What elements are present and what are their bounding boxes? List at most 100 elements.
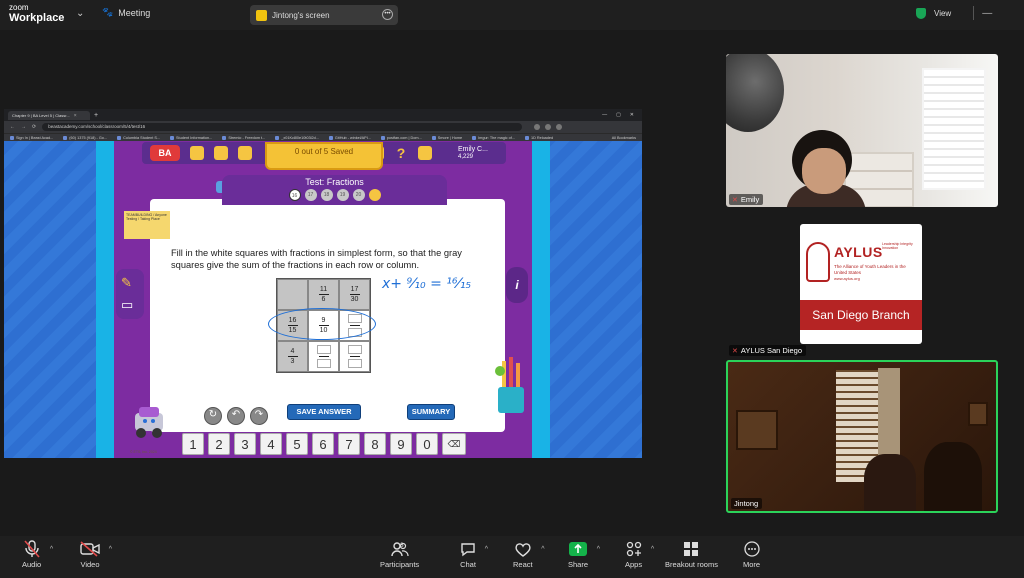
- key-0[interactable]: 0: [416, 433, 438, 455]
- minimize-window-icon[interactable]: —: [602, 112, 607, 118]
- bookmark-item[interactable]: 1D Reloaded: [525, 136, 553, 140]
- denominator-input[interactable]: [316, 359, 331, 368]
- react-button[interactable]: React ^: [513, 540, 545, 569]
- help-icon[interactable]: ?: [394, 146, 408, 160]
- save-answer-button[interactable]: SAVE ANSWER: [287, 404, 361, 420]
- paw-icon: 🐾: [102, 7, 114, 17]
- minimize-icon[interactable]: —: [982, 8, 992, 19]
- eraser-icon[interactable]: ▭: [121, 297, 133, 313]
- key-6[interactable]: 6: [312, 433, 334, 455]
- aylus-logo-card: AYLUS Leadership Integrity Innovation Th…: [800, 224, 922, 344]
- close-tab-icon[interactable]: ×: [74, 113, 77, 119]
- key-5[interactable]: 5: [286, 433, 308, 455]
- bookmark-item[interactable]: postfan.com | Dom...: [381, 136, 422, 140]
- back-icon[interactable]: ←: [10, 124, 15, 130]
- address-bar[interactable]: beastacademy.com/school/classroom/5/4/te…: [42, 123, 523, 131]
- numerator-input[interactable]: [316, 345, 331, 354]
- bookmark-item[interactable]: Stremio - Freedom t...: [222, 136, 265, 140]
- video-picture-frame: [968, 402, 988, 426]
- more-button[interactable]: More: [743, 540, 760, 569]
- bookmark-item[interactable]: Student Information...: [170, 136, 212, 140]
- ba-logo[interactable]: BA: [150, 145, 180, 161]
- chevron-up-icon[interactable]: ^: [50, 546, 53, 553]
- pencil-icon[interactable]: ✎: [121, 275, 132, 291]
- summary-button[interactable]: SUMMARY: [407, 404, 455, 420]
- key-4[interactable]: 4: [260, 433, 282, 455]
- reload-icon[interactable]: ⟳: [32, 124, 36, 130]
- test-header: Test: Fractions 16 17 18 19 20: [222, 175, 447, 205]
- share-button[interactable]: Share ^: [568, 540, 600, 569]
- settings-gear-icon[interactable]: [418, 146, 432, 160]
- extension-icon[interactable]: [545, 124, 552, 130]
- test-title: Test: Fractions: [305, 177, 364, 187]
- chevron-up-icon[interactable]: ^: [485, 546, 488, 553]
- grid-icon[interactable]: [214, 146, 228, 160]
- bookmark-item[interactable]: Columbia Student S...: [117, 136, 160, 140]
- answer-cell[interactable]: [308, 341, 339, 372]
- shared-screen[interactable]: Chapter 9 | BA Level 5 | Classr... × + —…: [4, 109, 642, 458]
- key-9[interactable]: 9: [390, 433, 412, 455]
- view-button[interactable]: View —: [916, 6, 992, 20]
- denominator-input[interactable]: [347, 359, 362, 368]
- audio-button[interactable]: Audio ^: [22, 540, 53, 569]
- screen-share-indicator[interactable]: Jintong's screen •••: [250, 5, 398, 25]
- video-window: [922, 68, 986, 190]
- numerator-input[interactable]: [347, 345, 362, 354]
- participants-button[interactable]: 3 Participants: [380, 540, 419, 569]
- profile-icon[interactable]: [556, 124, 563, 130]
- key-2[interactable]: 2: [208, 433, 230, 455]
- meeting-button[interactable]: 🐾 Meeting: [102, 7, 150, 18]
- browser-tab[interactable]: Chapter 9 | BA Level 5 | Classr... ×: [8, 110, 90, 120]
- star-icon[interactable]: [368, 189, 381, 201]
- breakout-rooms-button[interactable]: Breakout rooms: [665, 540, 718, 569]
- user-info[interactable]: Emily C... 4,229: [458, 146, 488, 162]
- question-dot[interactable]: 18: [320, 189, 333, 201]
- question-dot[interactable]: 17: [304, 189, 317, 201]
- participant-tile-active[interactable]: Jintong: [726, 360, 998, 513]
- participant-name: AYLUS San Diego: [740, 346, 803, 355]
- bookmark-item[interactable]: GitHub - winkel/APl...: [329, 136, 371, 140]
- maximize-window-icon[interactable]: ▢: [616, 112, 621, 118]
- aylus-subtitle: The Alliance of Youth Leaders in the Uni…: [834, 264, 906, 275]
- key-3[interactable]: 3: [234, 433, 256, 455]
- chevron-up-icon[interactable]: ^: [651, 546, 654, 553]
- info-button[interactable]: i: [506, 267, 528, 303]
- undo-icon[interactable]: ↶: [227, 407, 245, 425]
- forward-icon[interactable]: →: [21, 124, 26, 130]
- bookmark-item[interactable]: (60) 1375 (918) - Go...: [63, 136, 107, 140]
- share-label: Share: [568, 560, 589, 569]
- key-1[interactable]: 1: [182, 433, 204, 455]
- bookmark-item[interactable]: Smore | Home: [432, 136, 462, 140]
- key-8[interactable]: 8: [364, 433, 386, 455]
- chevron-down-icon[interactable]: ⌄: [76, 8, 84, 19]
- chevron-up-icon[interactable]: ^: [541, 546, 544, 553]
- participant-tile[interactable]: AYLUS Leadership Integrity Innovation Th…: [726, 210, 998, 358]
- divider: [973, 6, 975, 20]
- monster-icon[interactable]: [238, 146, 252, 160]
- extension-icon[interactable]: [534, 124, 541, 130]
- question-dot[interactable]: 16: [288, 189, 301, 201]
- backspace-key[interactable]: ⌫: [442, 433, 466, 455]
- redo-icon[interactable]: ↷: [250, 407, 268, 425]
- chevron-up-icon[interactable]: ^: [597, 546, 600, 553]
- bookmark-item[interactable]: _x01Kc8l0e10t03l2d...: [275, 136, 319, 140]
- reset-icon[interactable]: ↻: [204, 407, 222, 425]
- apps-button[interactable]: Apps ^: [625, 540, 654, 569]
- more-options-icon[interactable]: •••: [382, 9, 393, 20]
- video-button[interactable]: Video ^: [80, 540, 112, 569]
- bookmark-item[interactable]: Imgur: The magic of...: [472, 136, 515, 140]
- chat-button[interactable]: Chat ^: [460, 540, 488, 569]
- key-7[interactable]: 7: [338, 433, 360, 455]
- mic-off-icon: ✕: [732, 347, 738, 355]
- question-dot[interactable]: 20: [352, 189, 365, 201]
- home-icon[interactable]: [190, 146, 204, 160]
- new-tab-icon[interactable]: +: [94, 112, 98, 119]
- answer-cell[interactable]: [339, 341, 370, 372]
- chevron-up-icon[interactable]: ^: [109, 546, 112, 553]
- participant-tile[interactable]: ✕ Emily: [726, 54, 998, 207]
- pencil-cup-icon: [495, 357, 524, 413]
- close-window-icon[interactable]: ✕: [630, 112, 634, 118]
- bookmark-item[interactable]: Sign In | Beast Acad...: [10, 136, 53, 140]
- all-bookmarks[interactable]: All Bookmarks: [612, 136, 642, 140]
- question-dot[interactable]: 19: [336, 189, 349, 201]
